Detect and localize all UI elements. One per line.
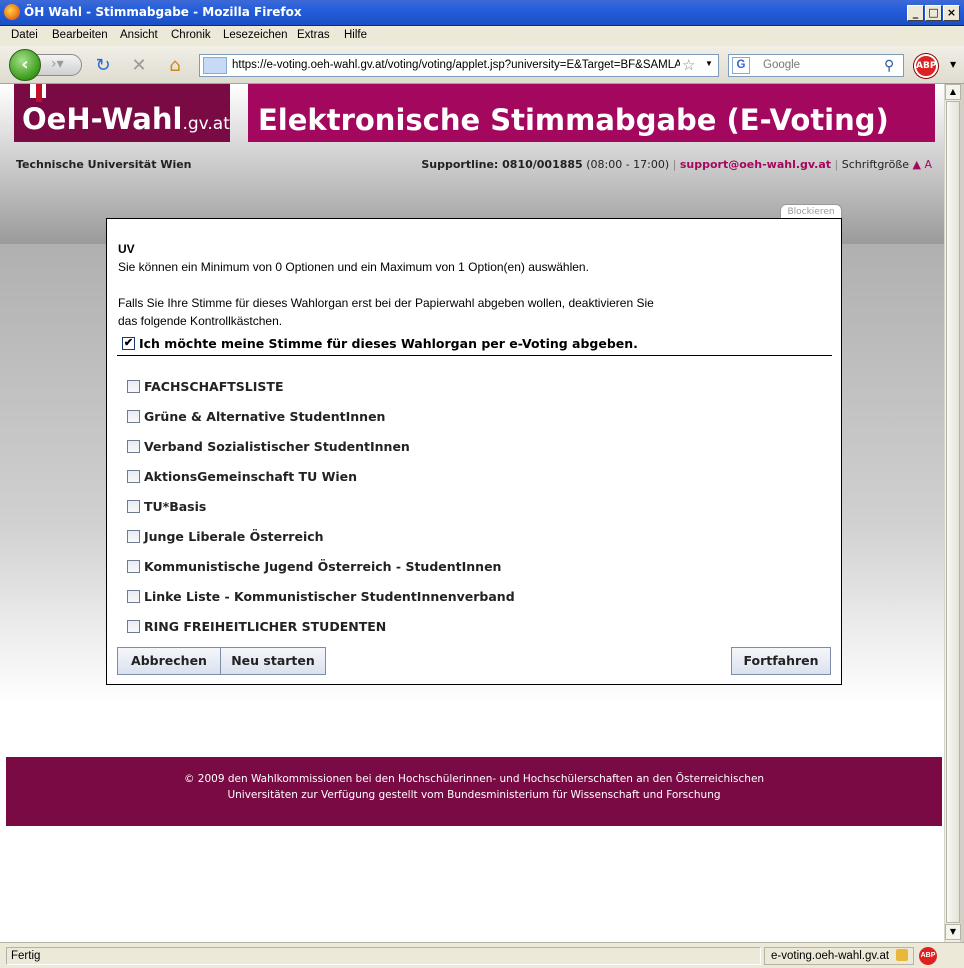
support-hours: (08:00 - 17:00) bbox=[586, 158, 670, 171]
support-phone: Supportline: 0810/001885 bbox=[421, 158, 583, 171]
separator: | bbox=[672, 158, 677, 171]
divider bbox=[117, 355, 832, 356]
menu-hilfe[interactable]: Hilfe bbox=[344, 29, 367, 41]
ballot-panel: UV Sie können ein Minimum von 0 Optionen… bbox=[106, 218, 842, 685]
url-text: https://e-voting.oeh-wahl.gv.at/voting/v… bbox=[232, 59, 680, 71]
option-checkbox[interactable] bbox=[127, 380, 140, 393]
footer-line-2: Universitäten zur Verfügung gestellt vom… bbox=[227, 789, 721, 801]
reload-icon[interactable]: ↻ bbox=[93, 56, 113, 76]
status-domain[interactable]: e-voting.oeh-wahl.gv.at bbox=[764, 947, 914, 965]
back-button[interactable]: ‹ bbox=[9, 49, 41, 81]
close-button[interactable]: × bbox=[943, 5, 960, 21]
status-text: Fertig bbox=[6, 947, 761, 965]
vertical-scrollbar[interactable]: ▲ ▼ bbox=[944, 84, 961, 942]
option-checkbox[interactable] bbox=[127, 620, 140, 633]
logo-text: OeH-Wahl.gv.at bbox=[22, 102, 230, 136]
page-icon bbox=[203, 57, 227, 74]
option-label[interactable]: Grüne & Alternative StudentInnen bbox=[144, 409, 385, 424]
option-label[interactable]: TU*Basis bbox=[144, 499, 206, 514]
option-label[interactable]: Linke Liste - Kommunistischer StudentInn… bbox=[144, 589, 515, 604]
status-bar: Fertig e-voting.oeh-wahl.gv.at ABP bbox=[0, 942, 964, 968]
forward-button[interactable]: ›▾ bbox=[34, 54, 82, 76]
option-label[interactable]: Junge Liberale Österreich bbox=[144, 529, 324, 544]
stop-icon[interactable]: ✕ bbox=[129, 56, 149, 76]
option-label[interactable]: Verband Sozialistischer StudentInnen bbox=[144, 439, 410, 454]
evoting-confirm-label[interactable]: Ich möchte meine Stimme für dieses Wahlo… bbox=[139, 336, 638, 351]
footer-line-1: © 2009 den Wahlkommissionen bei den Hoch… bbox=[183, 773, 765, 785]
minimize-button[interactable]: _ bbox=[907, 5, 924, 21]
evoting-confirm-checkbox[interactable]: ✔ bbox=[122, 337, 135, 350]
menu-chronik[interactable]: Chronik bbox=[171, 29, 211, 41]
url-dropdown-icon[interactable]: ▼ bbox=[705, 59, 713, 68]
option-checkbox[interactable] bbox=[127, 470, 140, 483]
oeh-logo[interactable]: OeH-Wahl.gv.at bbox=[14, 84, 230, 142]
url-bar[interactable]: https://e-voting.oeh-wahl.gv.at/voting/v… bbox=[199, 54, 719, 77]
maximize-button[interactable]: □ bbox=[925, 5, 942, 21]
option-checkbox[interactable] bbox=[127, 530, 140, 543]
window-title: ÖH Wahl - Stimmabgabe - Mozilla Firefox bbox=[24, 5, 302, 19]
cancel-button[interactable]: Abbrechen bbox=[117, 647, 221, 675]
option-checkbox[interactable] bbox=[127, 590, 140, 603]
university-name: Technische Universität Wien bbox=[16, 158, 192, 171]
support-email-link[interactable]: support@oeh-wahl.gv.at bbox=[680, 158, 831, 171]
lock-icon[interactable] bbox=[896, 949, 908, 961]
bookmark-star-icon[interactable]: ☆ bbox=[682, 56, 695, 74]
option-label[interactable]: FACHSCHAFTSLISTE bbox=[144, 379, 283, 394]
scroll-thumb[interactable] bbox=[946, 101, 960, 923]
menu-datei[interactable]: Datei bbox=[11, 29, 38, 41]
scroll-down-icon[interactable]: ▼ bbox=[945, 924, 961, 940]
ballot-title: UV bbox=[118, 242, 135, 256]
window-titlebar: ÖH Wahl - Stimmabgabe - Mozilla Firefox … bbox=[0, 0, 964, 26]
restart-button[interactable]: Neu starten bbox=[220, 647, 326, 675]
min-max-text: Sie können ein Minimum von 0 Optionen un… bbox=[118, 260, 589, 274]
adblock-icon[interactable]: ABP bbox=[914, 54, 938, 78]
google-icon[interactable]: G bbox=[732, 57, 750, 74]
blockieren-tab[interactable]: Blockieren bbox=[780, 204, 842, 219]
option-label[interactable]: AktionsGemeinschaft TU Wien bbox=[144, 469, 357, 484]
menu-bearbeiten[interactable]: Bearbeiten bbox=[52, 29, 108, 41]
separator: | bbox=[834, 158, 839, 171]
font-size-controls[interactable]: ▲ A bbox=[913, 158, 932, 171]
menu-lesezeichen[interactable]: Lesezeichen bbox=[223, 29, 288, 41]
paper-vote-text-1: Falls Sie Ihre Stimme für dieses Wahlorg… bbox=[118, 296, 654, 310]
logo-suffix: .gv.at bbox=[182, 114, 230, 134]
option-label[interactable]: RING FREIHEITLICHER STUDENTEN bbox=[144, 619, 386, 634]
option-label[interactable]: Kommunistische Jugend Österreich - Stude… bbox=[144, 559, 501, 574]
option-checkbox[interactable] bbox=[127, 440, 140, 453]
search-icon[interactable]: ⚲ bbox=[884, 57, 894, 74]
logo-name: OeH-Wahl bbox=[22, 102, 183, 136]
font-size-label: Schriftgröße bbox=[841, 158, 910, 171]
option-checkbox[interactable] bbox=[127, 500, 140, 513]
menu-extras[interactable]: Extras bbox=[297, 29, 330, 41]
continue-button[interactable]: Fortfahren bbox=[731, 647, 831, 675]
search-input[interactable]: Google bbox=[763, 59, 800, 71]
option-checkbox[interactable] bbox=[127, 410, 140, 423]
firefox-icon bbox=[4, 4, 20, 20]
home-icon[interactable]: ⌂ bbox=[165, 56, 185, 76]
paper-vote-text-2: das folgende Kontrollkästchen. bbox=[118, 314, 283, 328]
menu-bar: Datei Bearbeiten Ansicht Chronik Lesezei… bbox=[0, 26, 964, 46]
search-bar[interactable]: G Google ⚲ bbox=[728, 54, 904, 77]
scroll-up-icon[interactable]: ▲ bbox=[945, 84, 961, 100]
option-checkbox[interactable] bbox=[127, 560, 140, 573]
page-footer: © 2009 den Wahlkommissionen bei den Hoch… bbox=[6, 757, 942, 826]
page-banner: Elektronische Stimmabgabe (E-Voting) bbox=[248, 84, 935, 142]
navigation-toolbar: ›▾ ‹ ↻ ✕ ⌂ https://e-voting.oeh-wahl.gv.… bbox=[0, 46, 964, 84]
adblock-status-icon[interactable]: ABP bbox=[919, 947, 937, 965]
toolbar-overflow-icon[interactable]: ▼ bbox=[950, 60, 956, 69]
menu-ansicht[interactable]: Ansicht bbox=[120, 29, 158, 41]
flag-stripe bbox=[36, 84, 42, 102]
support-line: Supportline: 0810/001885 (08:00 - 17:00)… bbox=[421, 158, 932, 171]
